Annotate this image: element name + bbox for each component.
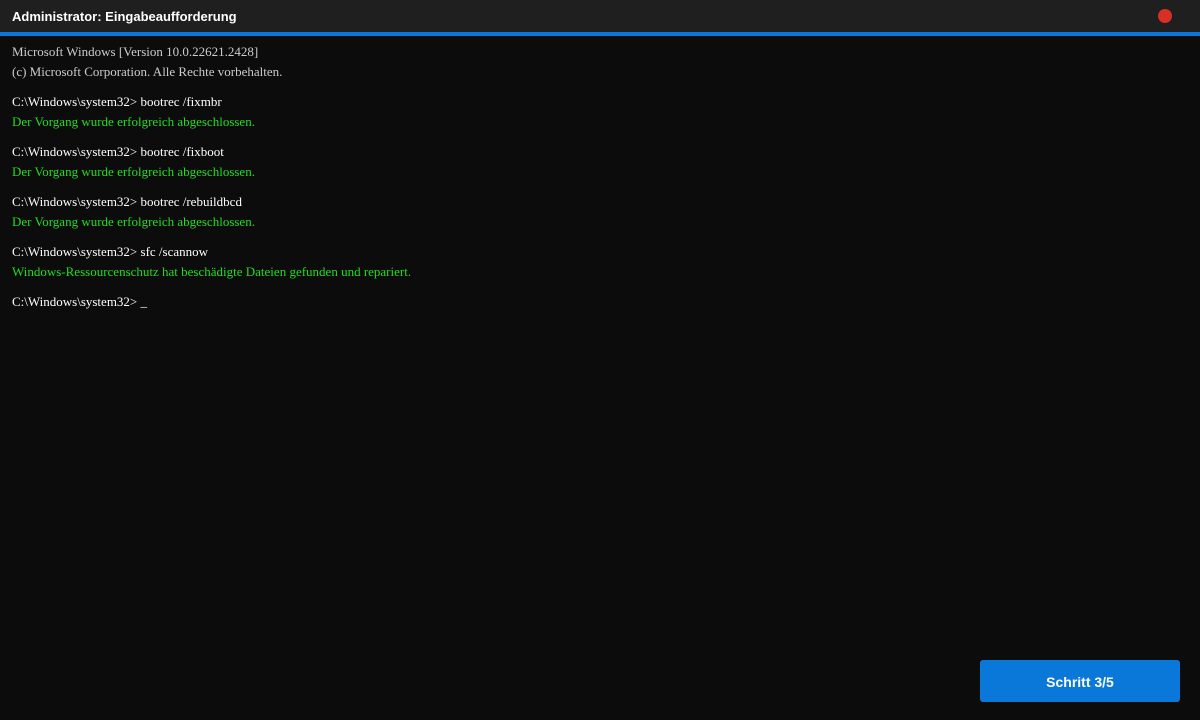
console-output-line: Der Vorgang wurde erfolgreich abgeschlos… [12,214,255,229]
title-accent-line [0,32,1200,36]
console-output-line: Windows-Ressourcenschutz hat beschädigte… [12,264,412,279]
window-title: Administrator: Eingabeaufforderung [12,9,237,24]
command-prompt-window: Administrator: Eingabeaufforderung Micro… [0,0,1200,720]
console-command-line: C:\Windows\system32> bootrec /fixboot [12,144,224,159]
console-output-line: Der Vorgang wurde erfolgreich abgeschlos… [12,114,255,129]
close-dot-icon[interactable] [1158,9,1172,23]
console-prompt[interactable]: C:\Windows\system32> _ [12,292,1182,312]
console-header-copyright: (c) Microsoft Corporation. Alle Rechte v… [12,64,283,79]
console-command-line: C:\Windows\system32> bootrec /fixmbr [12,94,222,109]
console-output-line: Der Vorgang wurde erfolgreich abgeschlos… [12,164,255,179]
title-bar[interactable]: Administrator: Eingabeaufforderung [0,0,1200,32]
console-header-version: Microsoft Windows [Version 10.0.22621.24… [12,44,259,59]
console-output[interactable]: Microsoft Windows [Version 10.0.22621.24… [12,42,1182,312]
console-command-line: C:\Windows\system32> bootrec /rebuildbcd [12,194,242,209]
step-progress-button[interactable]: Schritt 3/5 [980,660,1180,702]
console-command-line: C:\Windows\system32> sfc /scannow [12,244,209,259]
